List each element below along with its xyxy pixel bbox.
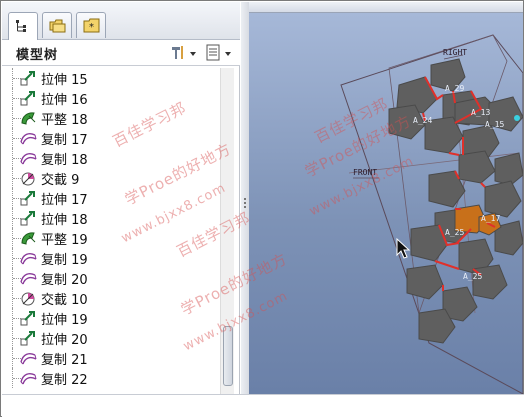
tree-item-label: 拉伸 18 [41,213,88,228]
copy-icon [20,150,38,166]
dimension-label: A_24 [413,116,432,125]
tree-item-label: 复制 21 [41,353,88,368]
intersect-icon [20,170,38,186]
favorites-tab[interactable]: * [76,12,106,38]
navigator-tabs: * [2,2,240,40]
graphics-viewport[interactable]: RIGHT FRONT A_29 A_24 A_13 A_15 A_25 A_1… [249,13,523,394]
tree-settings-button[interactable] [168,43,198,63]
folder-browser-tab[interactable] [42,12,72,38]
graphics-toolbar-strip [249,2,523,13]
dimension-label: A_29 [445,84,464,93]
flat-wall-icon [20,110,38,126]
extrude-icon [20,70,38,86]
datum-point-icon [514,115,520,121]
list-icon [206,44,231,61]
model-view-canvas: RIGHT FRONT A_29 A_24 A_13 A_15 A_25 A_1… [340,34,523,394]
surface-patches [388,58,523,344]
copy-icon [20,370,38,386]
model-tree-icon [16,20,26,32]
extrude-icon [20,310,38,326]
dimension-label: A_13 [471,108,490,117]
dimension-label: A_15 [485,120,504,129]
tree-item[interactable]: 拉伸 15 [8,68,218,88]
flat-wall-icon [20,230,38,246]
show-menu-button[interactable] [204,43,236,63]
tree-item-label: 交截 10 [41,293,88,308]
tree-item-label: 复制 20 [41,273,88,288]
intersect-icon [20,290,38,306]
tree-item[interactable]: 复制 20 [8,268,218,288]
copy-icon [20,350,38,366]
tree-item-label: 平整 19 [41,233,88,248]
extrude-icon [20,90,38,106]
tree-item[interactable]: 拉伸 16 [8,88,218,108]
panel-splitter[interactable] [241,2,249,394]
tree-item-label: 复制 18 [41,153,88,168]
tree-item[interactable]: 复制 22 [8,368,218,388]
tree-item-label: 平整 18 [41,113,88,128]
dimension-label: A_25 [445,228,464,237]
tree-item-label: 交截 9 [41,173,80,188]
copy-icon [20,250,38,266]
tree-item-label: 拉伸 20 [41,333,88,348]
application-frame: * 模型树 拉伸 15 拉伸 16 平整 18 复制 17 复制 18 交截 9 拉伸 17… [0,0,524,417]
tree-item-label: 复制 19 [41,253,88,268]
tree-item-label: 复制 22 [41,373,88,388]
extrude-icon [20,210,38,226]
status-bar [2,394,524,417]
tree-item-label: 复制 17 [41,133,88,148]
tools-icon [172,46,196,59]
tree-item-label: 拉伸 19 [41,313,88,328]
svg-text:*: * [89,22,94,33]
tree-item-label: 拉伸 17 [41,193,88,208]
copy-icon [20,270,38,286]
tree-item-label: 拉伸 15 [41,73,88,88]
extrude-icon [20,190,38,206]
folder-icon [49,19,66,33]
tree-item-label: 拉伸 16 [41,93,88,108]
model-tree-tab[interactable] [8,12,38,40]
model-tree-header: 模型树 [2,40,240,66]
extrude-icon [20,330,38,346]
favorites-folder-icon: * [83,18,100,33]
panel-title: 模型树 [16,48,59,63]
dimension-label: A_25 [463,272,482,281]
copy-icon [20,130,38,146]
datum-label-right: RIGHT [443,48,467,57]
dimension-label: A_17 [481,214,500,223]
